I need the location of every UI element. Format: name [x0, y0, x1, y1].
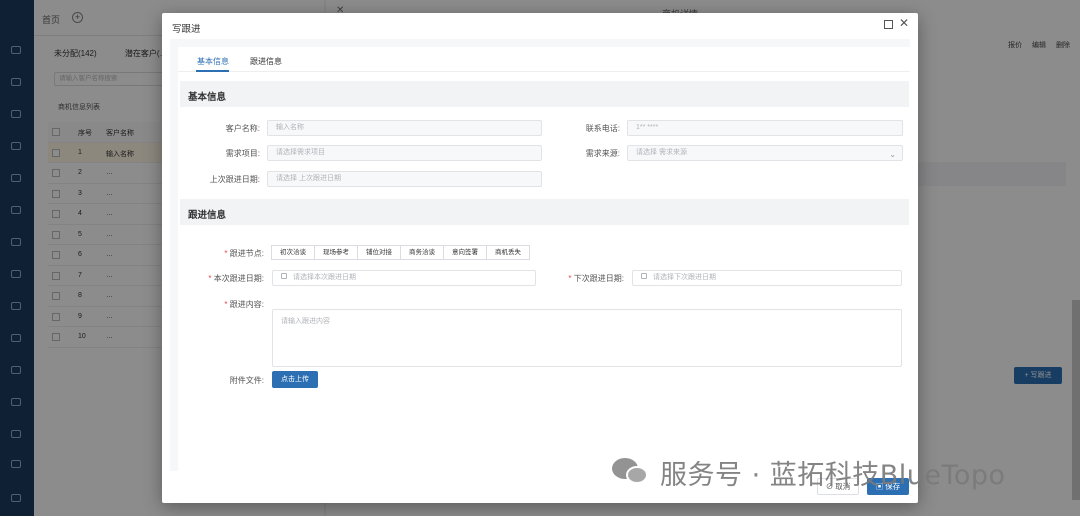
chevron-down-icon: ⌄	[889, 150, 896, 159]
node-button[interactable]: 意向签署	[443, 245, 487, 260]
dialog-content: 基本信息 跟进信息 基本信息 客户名称: 输入名称 联系电话: 1** ****…	[178, 47, 910, 471]
source-select-value: 请选择 需求来源	[636, 149, 687, 156]
upload-button[interactable]: 点击上传	[272, 371, 318, 388]
close-icon[interactable]: ✕	[899, 17, 909, 29]
tab-follow-info[interactable]: 跟进信息	[250, 56, 282, 67]
phone-label: 联系电话:	[585, 124, 620, 133]
dialog-tabs: 基本信息 跟进信息	[178, 47, 910, 72]
source-select[interactable]: 请选择 需求来源 ⌄	[627, 145, 903, 161]
calendar-icon	[281, 273, 287, 280]
section-title: 跟进信息	[188, 210, 227, 221]
this-date-label: * 本次跟进日期:	[178, 273, 264, 284]
node-button[interactable]: 铺位对接	[357, 245, 401, 260]
content-textarea[interactable]: 请输入跟进内容	[272, 309, 902, 367]
attachment-label: 附件文件:	[229, 376, 264, 385]
tab-indicator	[196, 70, 229, 72]
section-title: 基本信息	[188, 92, 227, 103]
project-input[interactable]: 请选择需求项目	[267, 145, 542, 161]
follow-up-dialog: 写跟进 ✕ 基本信息 跟进信息 基本信息 客户名称: 输入名称 联系电话: 1*…	[162, 13, 918, 503]
next-date-label: * 下次跟进日期:	[540, 273, 624, 284]
dialog-body: 基本信息 跟进信息 基本信息 客户名称: 输入名称 联系电话: 1** ****…	[170, 39, 910, 471]
node-label: * 跟进节点:	[178, 248, 264, 259]
dialog-header: 写跟进 ✕	[162, 13, 918, 39]
project-label: 需求项目:	[225, 149, 260, 158]
next-date-placeholder: 请选择下次跟进日期	[653, 274, 716, 281]
watermark-text: 服务号 · 蓝拓科技BlueTopo	[660, 459, 1006, 491]
watermark: 服务号 · 蓝拓科技BlueTopo	[612, 452, 1006, 492]
this-date-input[interactable]: 请选择本次跟进日期	[272, 270, 536, 286]
this-date-placeholder: 请选择本次跟进日期	[293, 274, 356, 281]
node-button[interactable]: 商机丢失	[486, 245, 530, 260]
node-button-group: 初次洽谈 现场参考 铺位对接 商务洽谈 意向签署 商机丢失	[271, 245, 530, 260]
dialog-title: 写跟进	[172, 24, 201, 35]
content-label-text: 跟进内容:	[229, 300, 264, 309]
next-date-input[interactable]: 请选择下次跟进日期	[632, 270, 902, 286]
last-date-label: 上次跟进日期:	[209, 175, 260, 184]
last-date-input[interactable]: 请选择 上次跟进日期	[267, 171, 542, 187]
content-label: * 跟进内容:	[178, 299, 264, 310]
section-basic-info: 基本信息	[180, 81, 909, 107]
node-button[interactable]: 现场参考	[314, 245, 358, 260]
source-label: 需求来源:	[585, 149, 620, 158]
next-date-label-text: 下次跟进日期:	[573, 274, 624, 283]
tab-basic-info[interactable]: 基本信息	[197, 56, 229, 67]
customer-name-input[interactable]: 输入名称	[267, 120, 542, 136]
node-button[interactable]: 商务洽谈	[400, 245, 444, 260]
maximize-icon[interactable]	[884, 20, 893, 29]
this-date-label-text: 本次跟进日期:	[213, 274, 264, 283]
calendar-icon	[641, 273, 647, 280]
phone-input[interactable]: 1** ****	[627, 120, 903, 136]
section-follow-info: 跟进信息	[180, 199, 909, 225]
node-button[interactable]: 初次洽谈	[271, 245, 315, 260]
node-label-text: 跟进节点:	[229, 249, 264, 258]
customer-name-label: 客户名称:	[225, 124, 260, 133]
wechat-icon	[612, 456, 652, 488]
